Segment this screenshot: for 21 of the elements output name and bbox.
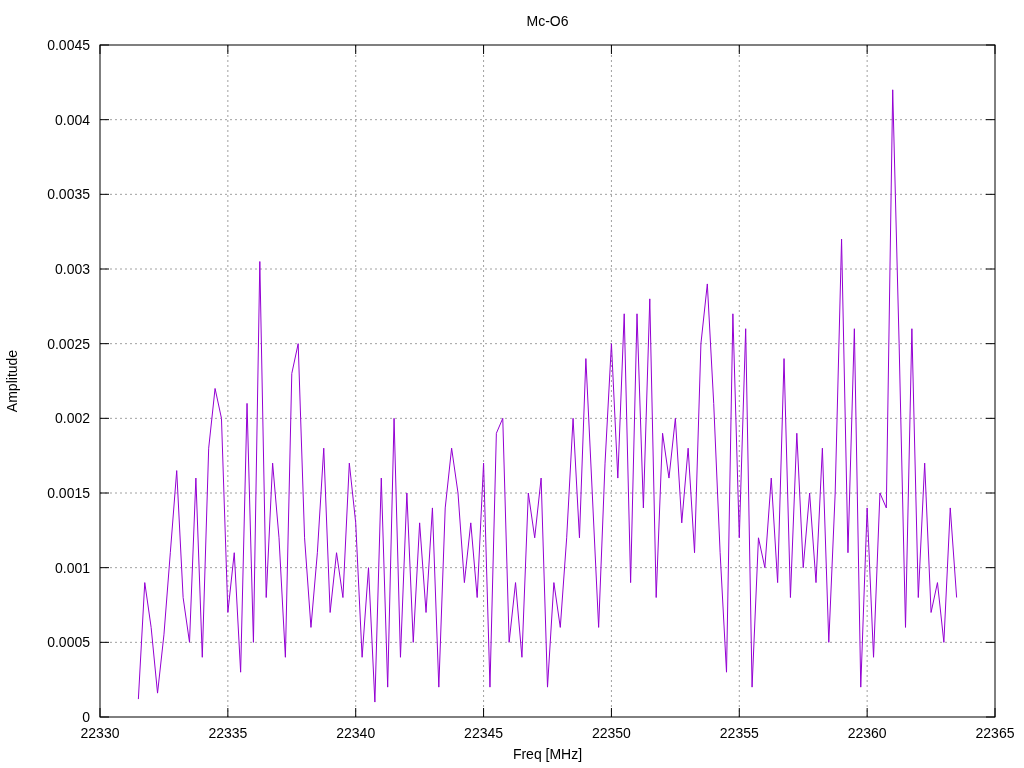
y-tick-label: 0.0045: [47, 37, 90, 53]
y-tick-label: 0.003: [54, 261, 90, 277]
y-tick-label: 0.001: [54, 559, 90, 576]
x-tick-label: 22340: [336, 725, 376, 741]
y-tick-label: 0: [82, 709, 90, 725]
y-tick-label: 0.0015: [47, 485, 90, 501]
x-tick-label: 22335: [208, 725, 248, 741]
x-tick-label: 22355: [719, 725, 759, 741]
y-tick-label: 0.004: [54, 111, 90, 128]
x-tick-label: 22365: [975, 725, 1015, 741]
y-axis-label: Amplitude: [4, 349, 20, 413]
x-tick-label: 22360: [847, 725, 887, 741]
chart-title: Mc-O6: [526, 13, 569, 29]
x-tick-label: 22330: [80, 725, 120, 741]
x-axis-label: Freq [MHz]: [512, 746, 583, 762]
x-tick-label: 22350: [591, 725, 631, 741]
x-tick-label: 22345: [464, 725, 504, 741]
y-tick-label: 0.0035: [47, 186, 90, 203]
y-tick-label: 0.0005: [47, 634, 90, 651]
y-tick-label: 0.002: [54, 410, 90, 427]
y-tick-label: 0.0025: [47, 335, 90, 352]
